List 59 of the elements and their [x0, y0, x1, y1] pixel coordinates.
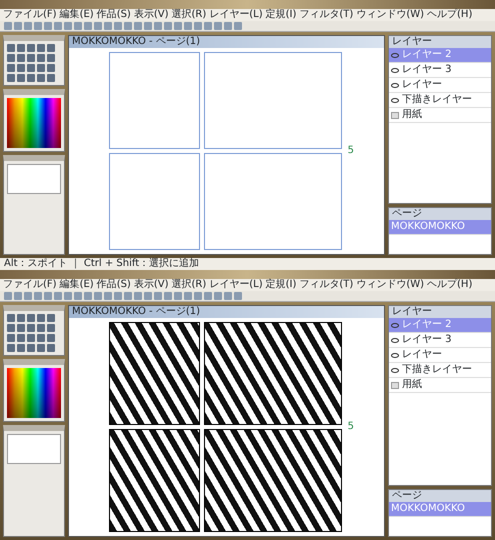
- menu-item[interactable]: 編集(E): [60, 279, 94, 291]
- page-number: 5: [348, 421, 354, 433]
- menu-item[interactable]: 定規(I): [266, 9, 296, 21]
- tool-palette: [3, 35, 65, 86]
- menu-item[interactable]: ウィンドウ(W): [356, 9, 424, 21]
- menu-item[interactable]: ヘルプ(H): [427, 279, 472, 291]
- layer-name: 下描きレイヤー: [402, 94, 472, 106]
- layer-name: 用紙: [402, 109, 422, 121]
- menu-item[interactable]: ウィンドウ(W): [356, 279, 424, 291]
- status-bar: Alt：スポイト ｜ Ctrl + Shift：選択に追加: [0, 258, 495, 270]
- menu-item[interactable]: 作品(S): [96, 279, 131, 291]
- panel-title: ページ: [389, 208, 491, 220]
- menu-item[interactable]: 作品(S): [96, 9, 131, 21]
- visibility-box[interactable]: [391, 112, 399, 118]
- layer-name: レイヤー 3: [402, 64, 452, 76]
- menu-item[interactable]: レイヤー(L): [209, 9, 263, 21]
- menu-item[interactable]: 選択(R): [172, 279, 206, 291]
- menu-item[interactable]: 表示(V): [134, 279, 168, 291]
- document-title: MOKKOMOKKO - ページ(1): [69, 306, 384, 318]
- eye-icon[interactable]: [391, 352, 399, 358]
- menu-item[interactable]: 定規(I): [266, 279, 296, 291]
- panel-title: レイヤー: [389, 36, 491, 48]
- layer-row[interactable]: 下描きレイヤー: [389, 363, 491, 378]
- menu-item[interactable]: 表示(V): [134, 9, 168, 21]
- color-palette: [3, 89, 65, 152]
- eye-icon[interactable]: [391, 338, 399, 342]
- layer-row[interactable]: レイヤー: [389, 348, 491, 363]
- visibility-box[interactable]: [391, 382, 399, 388]
- menu-item[interactable]: 選択(R): [172, 9, 206, 21]
- layer-name: 下描きレイヤー: [402, 364, 472, 376]
- eye-icon[interactable]: [391, 82, 399, 88]
- layer-row[interactable]: レイヤー: [389, 78, 491, 93]
- layer-name: レイヤー 2: [402, 319, 452, 331]
- layer-name: レイヤー 3: [402, 334, 452, 346]
- menu-item[interactable]: 編集(E): [60, 9, 94, 21]
- document-title: MOKKOMOKKO - ページ(1): [69, 36, 384, 48]
- menu-item[interactable]: フィルタ(T): [299, 279, 354, 291]
- color-palette: [3, 359, 65, 422]
- layer-row[interactable]: レイヤー 3: [389, 333, 491, 348]
- layer-row[interactable]: レイヤー 3: [389, 63, 491, 78]
- menu-item[interactable]: フィルタ(T): [299, 9, 354, 21]
- tool-palette: [3, 305, 65, 356]
- panel-title: ページ: [389, 490, 491, 502]
- eye-icon[interactable]: [391, 368, 399, 372]
- layer-row[interactable]: 下描きレイヤー: [389, 93, 491, 108]
- eye-icon[interactable]: [391, 68, 399, 72]
- eye-icon[interactable]: [391, 98, 399, 102]
- layer-row[interactable]: 用紙: [389, 378, 491, 393]
- layer-row[interactable]: 用紙: [389, 108, 491, 123]
- page-number: 5: [348, 145, 354, 157]
- layer-name: レイヤー: [402, 349, 442, 361]
- menu-item[interactable]: ファイル(F): [3, 9, 57, 21]
- menu-item[interactable]: ファイル(F): [3, 279, 57, 291]
- menu-item[interactable]: ヘルプ(H): [427, 9, 472, 21]
- layer-name: 用紙: [402, 379, 422, 391]
- panel-title: レイヤー: [389, 306, 491, 318]
- layer-name: レイヤー 2: [402, 49, 452, 61]
- menu-item[interactable]: レイヤー(L): [209, 279, 263, 291]
- layer-name: レイヤー: [402, 79, 442, 91]
